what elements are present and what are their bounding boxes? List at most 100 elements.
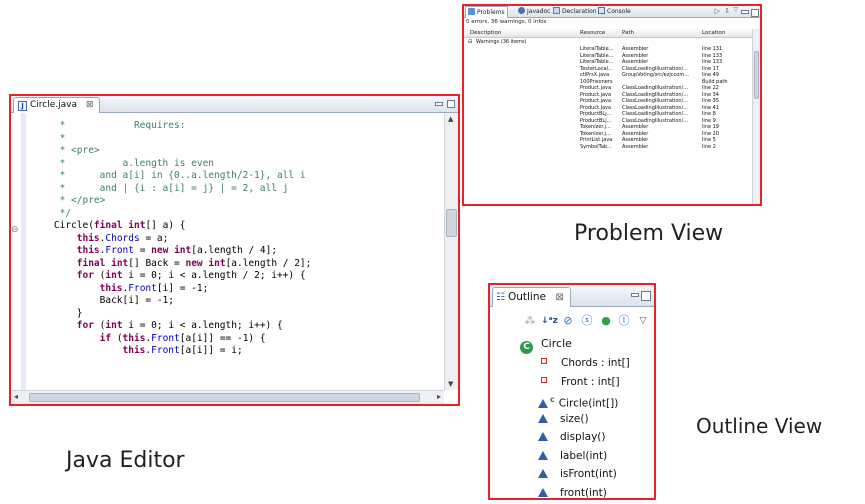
minimize-button[interactable]: [741, 10, 749, 14]
view-menu-icon[interactable]: ▷: [715, 7, 720, 15]
annotation-band: [21, 113, 26, 390]
outline-member-method[interactable]: front(int): [538, 484, 607, 498]
close-icon[interactable]: ⊠: [86, 100, 94, 110]
editor-vscroll-thumb[interactable]: [446, 209, 457, 237]
tab-problems[interactable]: Problems: [465, 6, 508, 18]
editor-vscrollbar[interactable]: ▲ ▼: [444, 113, 458, 390]
outline-member-method[interactable]: label(int): [538, 447, 607, 465]
tab-console[interactable]: Console: [596, 6, 633, 18]
code-line: final int[] Back = new int[a.length / 2]…: [76, 257, 312, 269]
outline-class-circle[interactable]: C Circle: [520, 335, 572, 354]
problems-scrollbar[interactable]: [752, 29, 760, 204]
code-line: this.Front[a[i]] = i;: [122, 345, 243, 356]
minimize-button[interactable]: [631, 293, 639, 297]
fold-icon[interactable]: ⊖: [11, 225, 19, 235]
tab-declaration[interactable]: Declaration: [551, 6, 599, 18]
editor-hscroll-thumb[interactable]: [29, 393, 420, 402]
outline-member-method[interactable]: size(): [538, 410, 589, 428]
outline-member-field[interactable]: Front : int[]: [538, 373, 620, 391]
code-line: *: [31, 132, 66, 144]
problems-summary: 0 errors, 36 warnings, 0 infos: [466, 19, 547, 25]
method-icon: [538, 413, 548, 423]
scroll-left-icon[interactable]: ◂: [14, 392, 18, 401]
code-line: this.Front[i] = -1;: [99, 282, 209, 294]
warnings-group[interactable]: ⊟ Warnings (36 items): [464, 39, 752, 46]
scroll-right-icon[interactable]: ▸: [437, 392, 441, 401]
code-area[interactable]: * Requires: * * <pre> * a.length is even…: [31, 113, 444, 390]
maximize-button[interactable]: [641, 291, 651, 301]
tab-outline[interactable]: ☷ Outline ⊠: [492, 287, 571, 307]
class-icon: C: [520, 341, 533, 354]
caption-problem-view: Problem View: [574, 221, 724, 246]
method-icon: [538, 469, 548, 478]
method-icon: [538, 487, 548, 497]
code-line: Back[i] = -1;: [31, 295, 174, 306]
column-description[interactable]: Description: [470, 29, 501, 38]
expand-icon[interactable]: ⊟: [468, 39, 472, 46]
problems-list: ⊟Warnings (36 items)ArrayList is a raw t…: [464, 39, 752, 204]
constructor-icon: [538, 398, 548, 408]
console-icon: [598, 7, 605, 14]
problems-tabbar: Problems Javadoc Declaration Console ▷ ⇩…: [464, 6, 760, 18]
method-icon: [538, 432, 548, 441]
code-line: Circle(final int[] a) {: [31, 220, 186, 231]
column-resource[interactable]: Resource: [580, 29, 605, 38]
code-line: * a.length is even: [31, 157, 215, 169]
java-file-icon: J: [18, 101, 27, 111]
tab-javadoc[interactable]: Javadoc: [516, 6, 552, 18]
code-line: this.Chords = a;: [76, 232, 169, 244]
outline-tabbar: ☷ Outline ⊠: [490, 285, 654, 307]
code-line: * </pre>: [31, 195, 106, 206]
outline-member-constructor[interactable]: c Circle(int[]): [538, 391, 618, 410]
outline-member-field[interactable]: Chords : int[]: [538, 354, 630, 372]
java-editor: J Circle.java ⊠ ⊖ * Requires: * * <pre> *…: [9, 94, 460, 406]
view-menu-icon[interactable]: ▽: [636, 313, 650, 329]
code-line: * and a[i] in {0..a.length/2-1}, all i: [31, 170, 306, 181]
hide-non-public-members-icon[interactable]: ●: [599, 313, 613, 329]
hide-non-public-icon[interactable]: ⁂: [523, 313, 537, 329]
code-line: * <pre>: [31, 145, 100, 156]
code-line: for (int i = 0; i < a.length / 2; i++) {: [76, 270, 306, 281]
code-line: * Requires:: [31, 120, 186, 131]
problems-column-headers: Description Resource Path Location: [464, 29, 752, 38]
column-path[interactable]: Path: [622, 29, 634, 38]
problems-scroll-thumb[interactable]: [754, 51, 759, 99]
editor-hscrollbar[interactable]: ◂ ▸: [11, 390, 444, 404]
method-icon: [538, 450, 548, 460]
maximize-button[interactable]: [447, 100, 455, 108]
code-line: * and | {i : a[i] = j} | = 2, all j: [31, 182, 289, 194]
outline-member-method[interactable]: isFront(int): [538, 465, 617, 483]
scroll-down-icon[interactable]: ▼: [448, 380, 453, 388]
code-line: if (this.Front[a[i]] == -1) {: [99, 332, 266, 344]
close-icon[interactable]: ⊠: [555, 292, 563, 303]
scroll-up-icon[interactable]: ▲: [448, 115, 453, 123]
problems-view: Problems Javadoc Declaration Console ▷ ⇩…: [462, 4, 762, 206]
javadoc-icon: [518, 7, 525, 14]
hide-local-types-icon[interactable]: ⓛ: [617, 313, 631, 329]
private-field-icon: [541, 376, 547, 383]
column-location[interactable]: Location: [702, 29, 725, 38]
filter-icon[interactable]: ⇩: [724, 7, 730, 15]
hide-static-icon[interactable]: ⓢ: [580, 313, 594, 329]
sort-az-icon[interactable]: ↓ᵃz: [541, 313, 558, 329]
outline-icon: ☷: [496, 292, 505, 303]
dropdown-icon[interactable]: ▽: [733, 6, 738, 13]
maximize-button[interactable]: [751, 9, 759, 17]
caption-outline-view: Outline View: [696, 414, 823, 438]
minimize-button[interactable]: [435, 102, 443, 106]
code-line: this.Front = new int[a.length / 4];: [76, 245, 278, 256]
outline-toolbar: ⁂ ↓ᵃz ⊘ ⓢ ● ⓛ ▽: [490, 311, 654, 333]
code-line: }: [31, 307, 83, 319]
problems-icon: [468, 8, 475, 15]
outline-member-method[interactable]: display(): [538, 428, 605, 446]
hide-fields-icon[interactable]: ⊘: [561, 313, 575, 329]
outline-view: ☷ Outline ⊠ ⁂ ↓ᵃz ⊘ ⓢ ● ⓛ ▽ C Circle Chord…: [488, 283, 656, 500]
editor-tabbar: J Circle.java ⊠: [11, 96, 458, 113]
tab-circle-java[interactable]: J Circle.java ⊠: [13, 97, 101, 113]
problem-row[interactable]: The import java.io is never usedSymbolTa…: [464, 144, 752, 151]
private-field-icon: [541, 358, 547, 364]
declaration-icon: [553, 7, 560, 14]
editor-ruler: ⊖: [11, 113, 31, 390]
code-line: */: [31, 207, 72, 219]
constructor-badge: c: [550, 395, 555, 404]
